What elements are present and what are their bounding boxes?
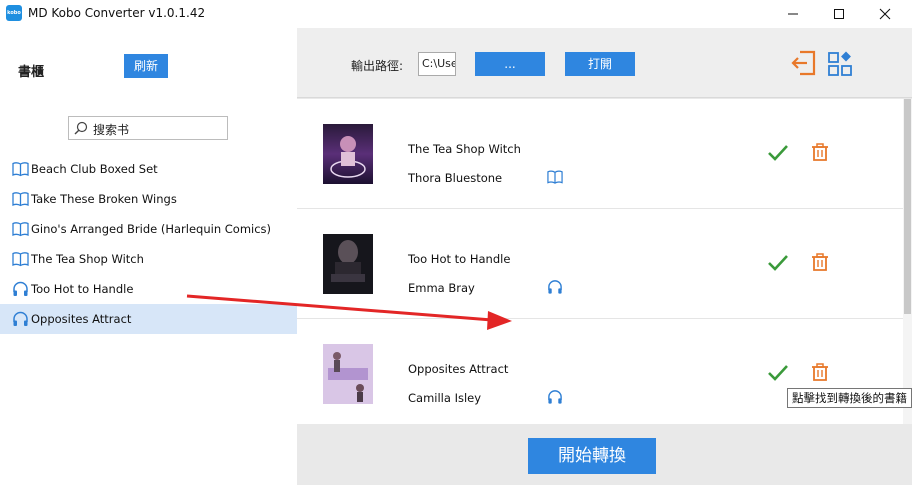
book-title: The Tea Shop Witch — [408, 142, 521, 156]
trash-icon[interactable] — [811, 363, 829, 382]
conversion-panel: 輸出路徑: C:\Use ... 打開 The Tea Shop Witch T… — [297, 28, 912, 485]
book-list: Beach Club Boxed Set Take These Broken W… — [0, 154, 297, 334]
list-item-label: Beach Club Boxed Set — [31, 162, 158, 176]
start-convert-button[interactable]: 開始轉換 — [528, 438, 656, 474]
search-placeholder: 搜索书 — [93, 123, 130, 137]
trash-icon[interactable] — [811, 253, 829, 272]
bookshelf-title: 書櫃 — [18, 65, 45, 80]
headphones-icon — [13, 281, 28, 296]
list-item[interactable]: Too Hot to Handle — [0, 274, 297, 304]
footer-bar: 開始轉換 — [297, 424, 912, 485]
scrollbar[interactable] — [903, 99, 912, 424]
book-cover-image — [323, 344, 373, 404]
bookshelf-sidebar: 書櫃 刷新 搜索书 Beach Club Boxed Set Take Thes… — [0, 28, 297, 485]
exit-icon[interactable] — [791, 49, 817, 77]
book-icon — [12, 252, 29, 267]
window-title: MD Kobo Converter v1.0.1.42 — [28, 6, 206, 20]
browse-button[interactable]: ... — [475, 52, 545, 76]
list-item[interactable]: Gino's Arranged Bride (Harlequin Comics) — [0, 214, 297, 244]
list-item-label: Take These Broken Wings — [31, 192, 177, 206]
close-icon — [879, 8, 891, 20]
book-author: Emma Bray — [408, 281, 475, 295]
search-icon — [74, 121, 88, 135]
book-icon — [12, 222, 29, 237]
check-icon[interactable] — [767, 364, 789, 382]
check-icon[interactable] — [767, 144, 789, 162]
book-icon — [12, 192, 29, 207]
output-path-label: 輸出路徑: — [351, 59, 404, 73]
conversion-item: Opposites Attract Camilla Isley — [297, 319, 903, 424]
refresh-button[interactable]: 刷新 — [124, 54, 168, 78]
close-button[interactable] — [862, 0, 908, 28]
tooltip: 點擊找到轉換後的書籍 — [787, 388, 912, 408]
headphones-icon — [548, 280, 562, 294]
maximize-button[interactable] — [816, 0, 862, 28]
headphones-icon — [548, 390, 562, 404]
check-icon[interactable] — [767, 254, 789, 272]
maximize-icon — [834, 9, 844, 19]
conversion-list: The Tea Shop Witch Thora Bluestone Too H… — [297, 99, 912, 424]
book-icon — [12, 162, 29, 177]
search-input[interactable]: 搜索书 — [68, 116, 228, 140]
conversion-item: The Tea Shop Witch Thora Bluestone — [297, 99, 903, 209]
book-title: Too Hot to Handle — [408, 252, 511, 266]
open-folder-button[interactable]: 打開 — [565, 52, 635, 76]
book-title: Opposites Attract — [408, 362, 509, 376]
list-item-label: The Tea Shop Witch — [31, 252, 144, 266]
trash-icon[interactable] — [811, 143, 829, 162]
list-item-label: Too Hot to Handle — [31, 282, 134, 296]
minimize-icon — [788, 13, 798, 15]
list-item[interactable]: Beach Club Boxed Set — [0, 154, 297, 184]
conversion-item: Too Hot to Handle Emma Bray — [297, 209, 903, 319]
list-item-label: Gino's Arranged Bride (Harlequin Comics) — [31, 222, 272, 236]
scrollbar-thumb[interactable] — [904, 99, 911, 314]
book-cover-image — [323, 234, 373, 294]
book-author: Camilla Isley — [408, 391, 482, 405]
list-item-label: Opposites Attract — [31, 312, 132, 326]
title-bar: kobo MD Kobo Converter v1.0.1.42 — [0, 0, 912, 28]
list-item[interactable]: The Tea Shop Witch — [0, 244, 297, 274]
apps-grid-icon[interactable] — [827, 49, 853, 77]
output-path-field[interactable]: C:\Use — [418, 52, 456, 76]
book-cover-image — [323, 124, 373, 184]
output-toolbar: 輸出路徑: C:\Use ... 打開 — [297, 28, 912, 98]
list-item[interactable]: Take These Broken Wings — [0, 184, 297, 214]
list-item-selected[interactable]: Opposites Attract — [0, 304, 297, 334]
book-author: Thora Bluestone — [408, 171, 503, 185]
headphones-icon — [13, 311, 28, 326]
app-logo-icon: kobo — [6, 5, 22, 21]
book-icon — [547, 170, 563, 184]
minimize-button[interactable] — [770, 0, 816, 28]
